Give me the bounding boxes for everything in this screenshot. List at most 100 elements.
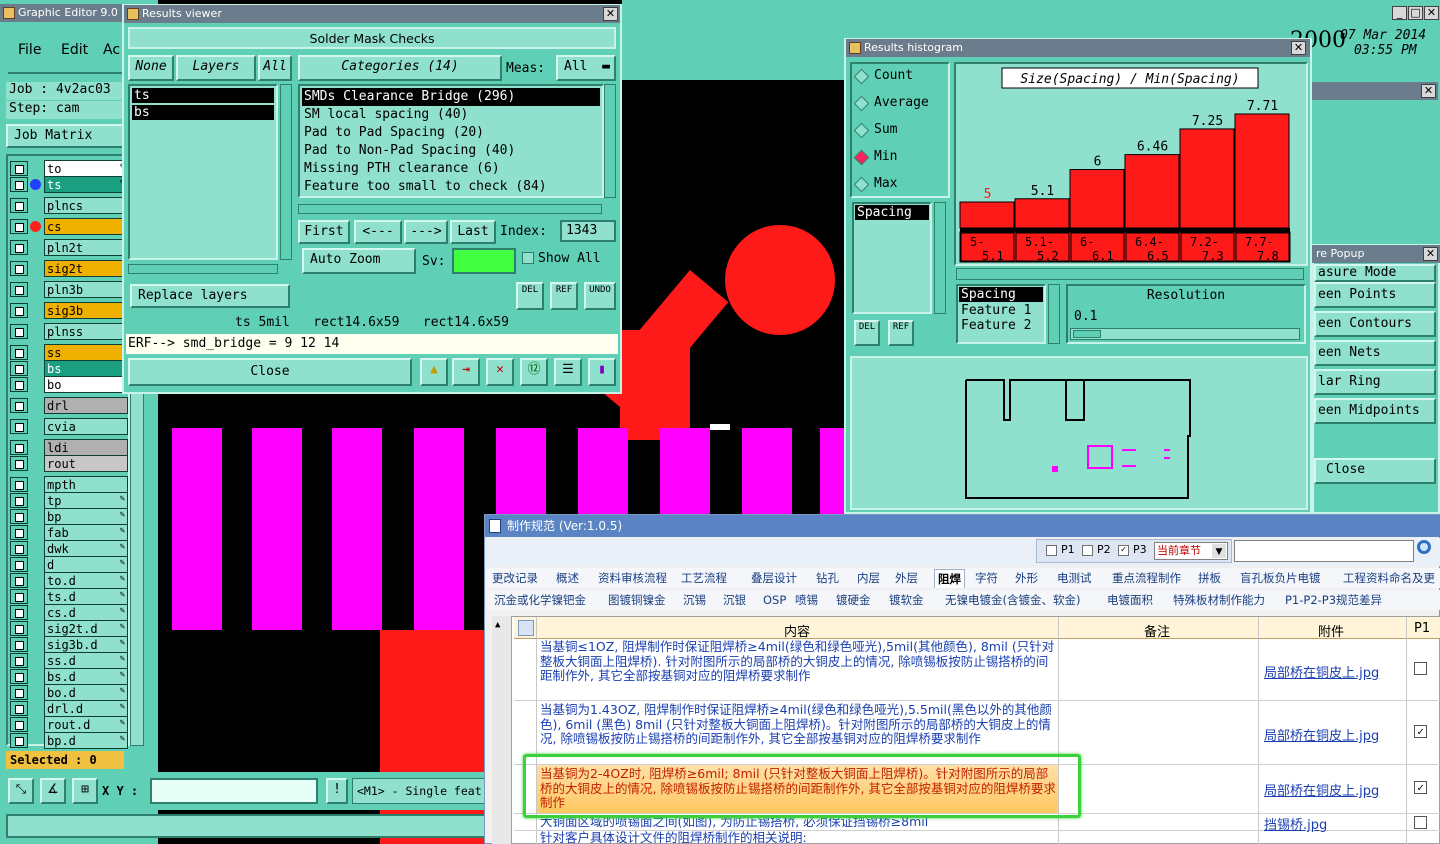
spec-tab[interactable]: 更改记录 [492,569,538,587]
layer-row[interactable]: ts.d ✎ [10,588,128,605]
layer-row[interactable]: plnss [10,323,128,340]
popup-menu-item[interactable]: een Midpoints [1314,398,1436,424]
spec-tab[interactable]: 工艺流程 [681,569,727,587]
layer-row[interactable]: bs [10,360,128,377]
layer-row[interactable]: sig2t [10,260,128,277]
spec-tab[interactable]: 钻孔 [816,569,839,587]
layer-row[interactable]: drl [10,397,128,414]
close-icon[interactable]: ✕ [1424,6,1439,20]
layer-checkbox[interactable] [10,701,28,716]
spec-tab[interactable]: 镀硬金 [836,591,871,609]
spec-tab[interactable]: 无镍电镀金(含镀金、软金) [945,591,1080,609]
spec-tab[interactable]: 图镀铜镍金 [608,591,666,609]
layer-checkbox[interactable] [10,398,28,413]
categories-scrollbar[interactable] [604,84,616,198]
spec-search-button[interactable] [1414,539,1438,563]
p1-checkbox[interactable] [1414,662,1427,675]
layer-checkbox[interactable] [10,493,28,508]
category-item[interactable]: Missing PTH clearance (6) [302,160,600,178]
layer-checkbox[interactable] [10,669,28,684]
last-button[interactable]: Last [450,220,496,244]
scroll-up-icon[interactable]: ▲ [495,620,500,630]
tool-histogram-button[interactable]: ▮ [588,358,616,386]
tool-report-button[interactable]: ☰ [554,358,582,386]
tool-step-button[interactable]: ⑫ [520,358,548,386]
layer-row[interactable]: ldi [10,439,128,456]
spec-tab[interactable]: 沉银 [723,591,746,609]
spec-tab[interactable]: 内层 [857,569,880,587]
spec-tab[interactable]: 沉锡 [683,591,706,609]
attachment-link[interactable]: 局部桥在铜皮上.jpg [1264,662,1379,681]
metric-item-feature2[interactable]: Feature 2 [958,318,1044,333]
layer-checkbox[interactable] [10,589,28,604]
tool-hilite-button[interactable]: ▲ [420,358,448,386]
replace-layers-button[interactable]: Replace layers [130,284,290,308]
layer-checkbox[interactable] [10,557,28,572]
spec-tab[interactable]: 字符 [975,569,998,587]
layer-checkbox[interactable] [10,456,28,471]
layer-list-hscroll[interactable] [128,264,278,274]
layer-row[interactable]: ss.d ✎ [10,652,128,669]
show-all-checkbox[interactable] [522,252,534,264]
layer-checkbox[interactable] [10,161,28,176]
aggregate-option[interactable]: Count [874,68,913,83]
layer-checkbox[interactable] [10,573,28,588]
layer-checkbox[interactable] [10,541,28,556]
hist-del-button[interactable]: DEL [854,320,880,346]
del-button[interactable]: DEL [516,282,544,310]
menu-action[interactable]: Ac [103,42,120,58]
layer-row[interactable]: drl.d ✎ [10,700,128,717]
layer-row[interactable]: cvia [10,418,128,435]
field-list-scrollbar[interactable] [934,202,946,314]
prev-button[interactable]: <--- [354,220,402,244]
layer-row[interactable]: dwk ✎ [10,540,128,557]
meas-dropdown[interactable]: All ▬ [556,55,616,81]
next-button[interactable]: ---> [404,220,448,244]
layer-checkbox[interactable] [10,509,28,524]
spec-tab[interactable]: 拼板 [1198,569,1221,587]
filter-checkbox[interactable] [1082,545,1093,556]
category-item[interactable]: Feature too small to check (84) [302,178,600,196]
layer-item-ts[interactable]: ts [132,88,274,103]
popup-menu-item[interactable]: een Nets [1314,340,1436,366]
spec-tab[interactable]: 电镀面积 [1107,591,1153,609]
layer-row[interactable]: sig3b.d ✎ [10,636,128,653]
spec-tab[interactable]: P1-P2-P3规范差异 [1285,591,1382,609]
layer-row[interactable]: bp ✎ [10,508,128,525]
p1-checkbox[interactable] [1414,816,1427,829]
layer-row[interactable]: cs [10,218,128,235]
spec-tab[interactable]: 外形 [1015,569,1038,587]
index-input[interactable]: 1343 [560,220,616,242]
layer-checkbox[interactable] [10,440,28,455]
minimize-icon[interactable]: _ [1392,6,1407,20]
layer-row[interactable]: to✎ [10,160,128,177]
layer-list-scrollbar[interactable] [280,84,292,260]
attachment-link[interactable]: 局部桥在铜皮上.jpg [1264,725,1379,744]
layer-checkbox[interactable] [10,621,28,636]
spec-tab[interactable]: 阻焊 [934,569,965,588]
xy-input[interactable] [150,778,318,804]
layer-row[interactable]: mpth [10,476,128,493]
layer-row[interactable]: ts✎ [10,176,128,193]
metric-scrollbar[interactable] [1048,284,1060,344]
layer-row[interactable]: fab ✎ [10,524,128,541]
metric-list[interactable]: Spacing Feature 1 Feature 2 [956,284,1046,344]
job-matrix-button[interactable]: Job Matrix ... [6,124,124,163]
layer-checkbox[interactable] [10,240,28,255]
table-row-content[interactable]: 针对客户具体设计文件的阻焊桥制作的相关说明: [540,831,1058,844]
layer-checkbox[interactable] [10,685,28,700]
layer-checkbox[interactable] [10,219,28,234]
attachment-link[interactable]: 挡锡桥.jpg [1264,814,1327,833]
spec-search-input[interactable] [1234,540,1414,562]
layer-row[interactable]: rout [10,455,128,472]
aggregate-option[interactable]: Max [874,176,897,191]
layer-checkbox[interactable] [10,717,28,732]
spec-tab[interactable]: 叠层设计 [751,569,797,587]
resolution-slider[interactable] [1070,328,1300,340]
close-icon[interactable]: ✕ [603,7,618,21]
layer-row[interactable]: bs.d ✎ [10,668,128,685]
aggregate-option[interactable]: Min [874,149,897,164]
spec-tab[interactable]: 特殊板材制作能力 [1173,591,1265,609]
layer-checkbox[interactable] [10,377,28,392]
histogram-hscroll[interactable] [956,268,1304,280]
